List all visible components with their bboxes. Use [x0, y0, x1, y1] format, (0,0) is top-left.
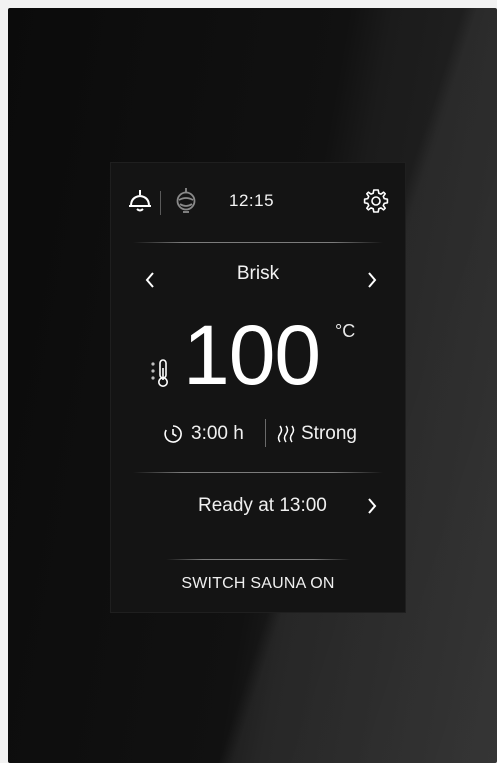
timer-icon	[164, 425, 182, 443]
temperature-unit: °C	[335, 321, 356, 341]
icon-separator	[160, 191, 161, 215]
session-duration[interactable]: 3:00 h	[191, 423, 244, 445]
switch-sauna-on-button[interactable]: SWITCH SAUNA ON	[111, 575, 405, 593]
info-separator	[265, 419, 266, 447]
sauna-light-icon[interactable]	[128, 188, 152, 214]
chevron-right-icon[interactable]	[366, 497, 378, 515]
thermostat-device: 12:15 Brisk 100 °C 3:00 h Strong Ready a…	[8, 8, 497, 763]
clock-display: 12:15	[229, 191, 275, 210]
divider-bottom	[166, 559, 350, 560]
temperature-value[interactable]: 100	[183, 313, 321, 397]
ready-at-label[interactable]: Ready at 13:00	[198, 495, 327, 517]
intensity-level[interactable]: Strong	[301, 423, 357, 445]
divider-top	[133, 242, 383, 243]
control-screen: 12:15 Brisk 100 °C 3:00 h Strong Ready a…	[111, 163, 405, 612]
thermometer-icon	[151, 359, 168, 387]
program-name: Brisk	[236, 263, 280, 284]
status-bar: 12:15	[111, 163, 405, 233]
gear-icon[interactable]	[362, 187, 390, 215]
heat-waves-icon	[277, 425, 295, 443]
fan-icon[interactable]	[173, 187, 199, 215]
divider-middle	[133, 472, 383, 473]
chevron-right-icon[interactable]	[366, 271, 378, 289]
